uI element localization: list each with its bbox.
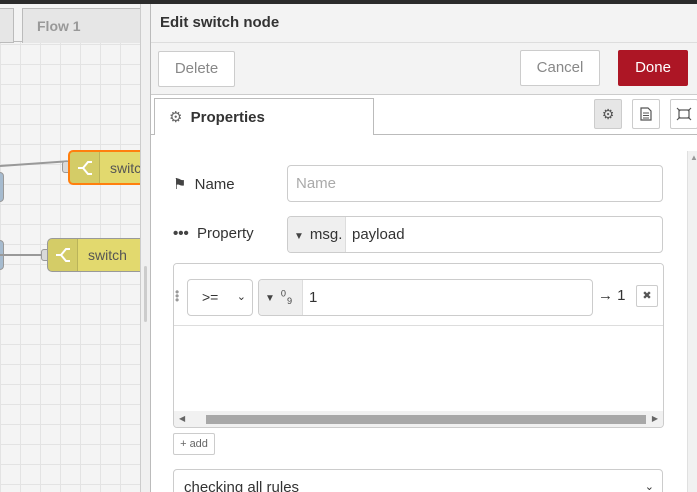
property-label: ••• Property (173, 225, 254, 242)
tray-title: Edit switch node (151, 4, 697, 43)
property-type-select[interactable]: ▼ msg. (288, 217, 346, 252)
tray-tabs: ⚙ Properties ⚙ (151, 95, 697, 136)
switch-icon (77, 160, 92, 175)
properties-form: ▲ ⚑ Name Name ••• Property ▼ msg. payload… (151, 135, 697, 492)
name-label-text: Name (194, 176, 235, 193)
tab-properties-label: Properties (190, 109, 265, 126)
chevron-down-icon: ⌄ (644, 481, 654, 492)
rule-value-input[interactable]: ▼ 09 1 (258, 279, 593, 316)
name-input[interactable]: Name (287, 165, 663, 202)
close-icon: ✖ (642, 290, 652, 302)
done-button[interactable]: Done (618, 50, 688, 86)
property-value[interactable]: payload (352, 226, 405, 243)
horizontal-scrollbar[interactable]: ◀ ▶ (174, 411, 663, 427)
document-icon (640, 107, 652, 121)
add-rule-label: add (189, 438, 208, 450)
property-type-text: msg. (309, 226, 343, 243)
switch-icon (55, 248, 70, 262)
rule-output-label: → 1 (598, 287, 626, 304)
node-settings-button[interactable]: ⚙ (594, 99, 622, 129)
wire (0, 160, 68, 167)
switch-node[interactable]: switch (47, 238, 140, 272)
plus-icon: + (180, 438, 187, 450)
name-input-placeholder: Name (296, 175, 337, 192)
gear-icon: ⚙ (169, 109, 183, 126)
tray-toolbar: Delete Cancel Done (151, 43, 697, 95)
vertical-scrollbar[interactable]: ▲ (687, 151, 697, 492)
rule-value[interactable]: 1 (309, 289, 317, 306)
switch-node-icon (48, 239, 78, 271)
drag-handle-icon[interactable]: • • • (175, 286, 179, 306)
scroll-up-icon[interactable]: ▲ (690, 153, 697, 162)
delete-button[interactable]: Delete (158, 51, 235, 87)
caret-down-icon: ▼ (294, 231, 304, 242)
tab-properties[interactable]: ⚙ Properties (154, 98, 374, 136)
switch-node-icon (70, 152, 100, 183)
rule-row: • • • >= ⌄ ▼ 09 1 → 1 ✖ (174, 264, 663, 326)
scroll-right-icon[interactable]: ▶ (652, 414, 658, 423)
switch-node[interactable]: switch (68, 150, 140, 185)
remove-rule-button[interactable]: ✖ (636, 285, 658, 307)
frame-icon (676, 107, 692, 121)
checking-mode-value: checking all rules (184, 479, 300, 492)
property-input[interactable]: ▼ msg. payload (287, 216, 663, 253)
cancel-button[interactable]: Cancel (520, 50, 600, 86)
workspace-tab-strip: Flow 1 (0, 4, 140, 43)
workspace-tab-previous[interactable] (0, 8, 14, 43)
ellipsis-icon: ••• (173, 225, 189, 242)
rule-value-type-select[interactable]: ▼ 09 (259, 280, 303, 315)
node-description-button[interactable] (632, 99, 660, 129)
tag-icon: ⚑ (173, 176, 187, 193)
switch-node-label: switch (88, 247, 127, 263)
rule-operator-value: >= (202, 289, 219, 305)
switch-node-label: switch (110, 160, 140, 176)
splitter-grip[interactable] (144, 266, 147, 322)
tab-flow-1-label: Flow 1 (37, 18, 81, 34)
rule-operator-select[interactable]: >= ⌄ (187, 279, 253, 316)
gear-icon: ⚙ (601, 105, 615, 122)
rules-list: • • • >= ⌄ ▼ 09 1 → 1 ✖ ◀ ▶ (173, 263, 664, 428)
caret-down-icon: ▼ (265, 293, 275, 304)
add-rule-button[interactable]: + add (173, 433, 215, 455)
tab-flow-1[interactable]: Flow 1 (22, 8, 140, 43)
checking-mode-select[interactable]: checking all rules ⌄ (173, 469, 663, 492)
scrollbar-thumb[interactable] (206, 415, 646, 424)
chevron-down-icon: ⌄ (236, 291, 246, 303)
node-appearance-button[interactable] (670, 99, 697, 129)
edit-tray: Edit switch node Delete Cancel Done ⚙ Pr… (150, 4, 697, 492)
property-label-text: Property (196, 225, 254, 242)
number-icon: 09 (280, 288, 294, 307)
flow-workspace[interactable]: Flow 1 switch switch (0, 4, 140, 492)
name-label: ⚑ Name (173, 175, 235, 193)
upstream-node-stub[interactable] (0, 172, 4, 202)
panel-splitter[interactable] (140, 4, 150, 492)
scroll-left-icon[interactable]: ◀ (179, 414, 185, 423)
